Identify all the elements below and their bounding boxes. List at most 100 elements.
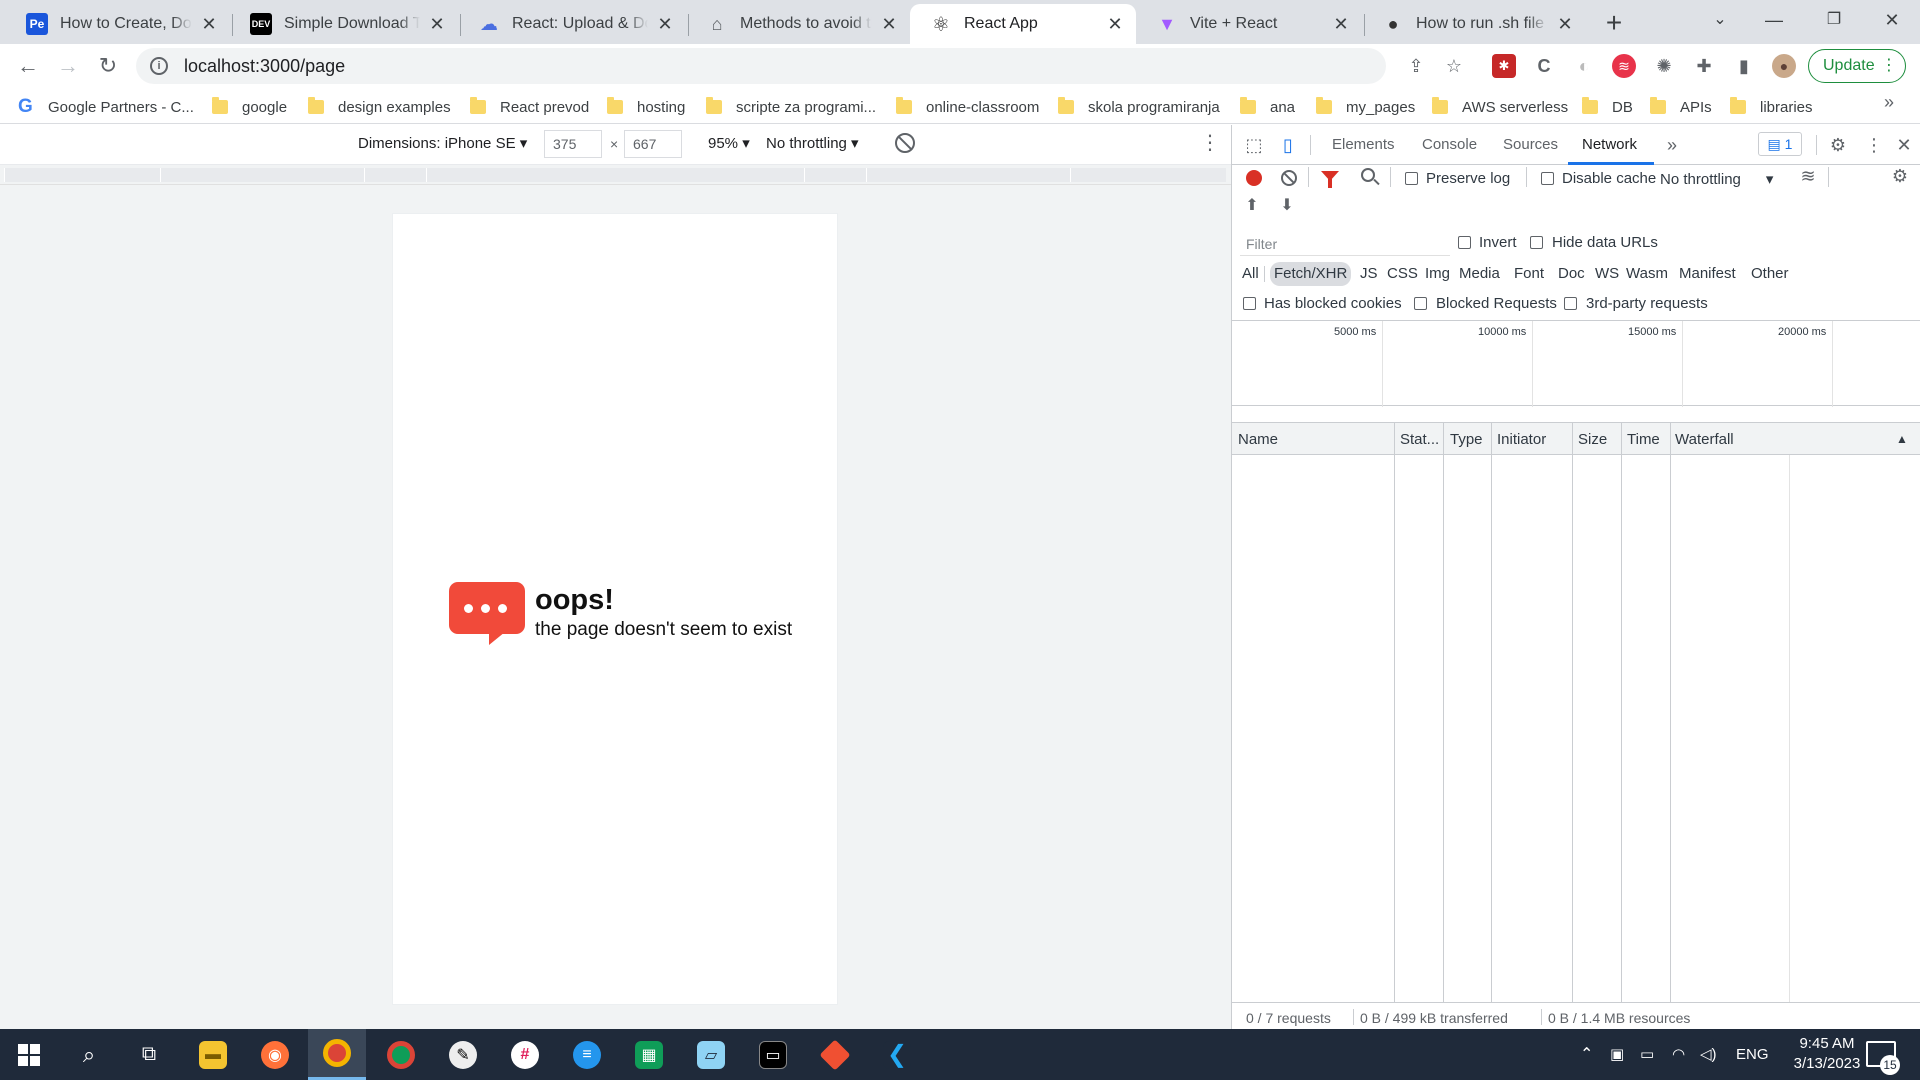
column-waterfall[interactable]: Waterfall <box>1675 431 1734 448</box>
search-icon[interactable] <box>1361 168 1375 182</box>
tray-device-icon[interactable]: ▣ <box>1610 1029 1624 1080</box>
minimize-button[interactable]: — <box>1746 0 1802 40</box>
disable-cache-checkbox[interactable] <box>1541 172 1554 185</box>
invert-checkbox[interactable] <box>1458 236 1471 249</box>
column-status[interactable]: Stat... <box>1400 431 1439 448</box>
throttling-dropdown[interactable]: No throttling ▾ <box>766 134 859 152</box>
close-icon[interactable]: ✕ <box>1554 14 1576 35</box>
clock[interactable]: 9:45 AM 3/13/2023 <box>1778 1034 1876 1074</box>
close-icon[interactable]: ✕ <box>1330 14 1352 35</box>
type-filter-font[interactable]: Font <box>1510 262 1548 286</box>
close-devtools-icon[interactable]: ✕ <box>1894 135 1914 155</box>
preserve-log-checkbox[interactable] <box>1405 172 1418 185</box>
tab-simple-download[interactable]: DEV Simple Download Tex ✕ <box>230 4 458 44</box>
start-button[interactable] <box>0 1029 58 1080</box>
forward-button[interactable]: → <box>52 50 84 82</box>
inspect-element-icon[interactable]: ⬚ <box>1244 135 1264 155</box>
close-icon[interactable]: ✕ <box>1104 14 1126 35</box>
tab-react-app[interactable]: ⚛ React App ✕ <box>910 4 1136 44</box>
tab-sources[interactable]: Sources <box>1503 136 1558 153</box>
type-filter-js[interactable]: JS <box>1356 262 1382 286</box>
taskbar-terminal[interactable]: ▭ <box>744 1029 802 1080</box>
ruler-segment[interactable] <box>4 168 160 182</box>
bookmark-folder-libraries[interactable]: libraries <box>1730 96 1813 118</box>
network-throttling-dropdown[interactable]: No throttling ▾ <box>1660 170 1773 188</box>
network-overview-timeline[interactable]: 5000 ms 10000 ms 15000 ms 20000 ms <box>1232 320 1920 407</box>
extension-circle-icon[interactable]: ◐ <box>1572 54 1596 78</box>
taskbar-docker[interactable]: ≡ <box>558 1029 616 1080</box>
taskbar-file-explorer[interactable]: ▬ <box>184 1029 242 1080</box>
height-input[interactable]: 667 <box>624 130 682 158</box>
taskbar-notepad[interactable]: ▱ <box>682 1029 740 1080</box>
extension-bug-icon[interactable]: ✺ <box>1652 54 1676 78</box>
extension-red-icon[interactable]: ✱ <box>1492 54 1516 78</box>
invert-label[interactable]: Invert <box>1479 234 1517 251</box>
taskbar-chrome[interactable] <box>372 1029 430 1080</box>
tab-how-to-create[interactable]: Pe How to Create, Downl ✕ <box>6 4 230 44</box>
blocked-requests-checkbox[interactable] <box>1414 297 1427 310</box>
bookmark-folder-my-pages[interactable]: my_pages <box>1316 96 1415 118</box>
ruler-segment[interactable] <box>1070 168 1226 182</box>
url-text[interactable]: localhost:3000/page <box>184 56 345 77</box>
close-icon[interactable]: ✕ <box>654 14 676 35</box>
taskbar-firefox[interactable]: ◉ <box>246 1029 304 1080</box>
ruler-segment[interactable] <box>426 168 804 182</box>
sort-ascending-icon[interactable]: ▲ <box>1896 432 1908 446</box>
tab-network[interactable]: Network <box>1582 136 1637 153</box>
type-filter-wasm[interactable]: Wasm <box>1622 262 1672 286</box>
close-icon[interactable]: ✕ <box>426 14 448 35</box>
type-filter-ws[interactable]: WS <box>1591 262 1623 286</box>
network-settings-gear-icon[interactable]: ⚙ <box>1890 166 1910 186</box>
bookmark-google-partners[interactable]: G Google Partners - C... <box>18 96 194 118</box>
tray-overflow-chevron-icon[interactable]: ⌃ <box>1580 1029 1593 1080</box>
tab-run-sh-file[interactable]: ● How to run .sh file sh ✕ <box>1362 4 1586 44</box>
preserve-log-label[interactable]: Preserve log <box>1426 170 1510 187</box>
ruler-segment[interactable] <box>364 168 426 182</box>
wifi-icon[interactable]: ◠ <box>1672 1029 1685 1080</box>
extension-pink-icon[interactable]: ≋ <box>1612 54 1636 78</box>
volume-icon[interactable]: ◁) <box>1700 1029 1717 1080</box>
type-filter-img[interactable]: Img <box>1421 262 1454 286</box>
profile-avatar[interactable]: ● <box>1772 54 1796 78</box>
address-bar[interactable]: i localhost:3000/page <box>136 48 1386 84</box>
zoom-dropdown[interactable]: 95% ▾ <box>708 134 750 152</box>
rotate-icon[interactable] <box>895 133 915 153</box>
has-blocked-cookies-checkbox[interactable] <box>1243 297 1256 310</box>
tab-search-chevron-icon[interactable]: ⌄ <box>1692 0 1748 40</box>
search-icon[interactable]: ⌕ <box>60 1029 118 1080</box>
bookmark-star-icon[interactable]: ☆ <box>1442 54 1466 78</box>
type-filter-css[interactable]: CSS <box>1383 262 1422 286</box>
share-icon[interactable]: ⇪ <box>1404 54 1428 78</box>
restore-button[interactable]: ❐ <box>1806 0 1862 40</box>
type-filter-other[interactable]: Other <box>1747 262 1793 286</box>
more-vertical-icon[interactable]: ⋮ <box>1864 135 1884 155</box>
bookmark-folder-hosting[interactable]: hosting <box>607 96 685 118</box>
type-filter-manifest[interactable]: Manifest <box>1675 262 1740 286</box>
bookmark-folder-design-examples[interactable]: design examples <box>308 96 451 118</box>
type-filter-all[interactable]: All <box>1238 262 1263 286</box>
export-har-icon[interactable]: ⬇ <box>1277 196 1297 216</box>
bookmark-folder-online-classroom[interactable]: online-classroom <box>896 96 1039 118</box>
bookmark-folder-react-prevod[interactable]: React prevod <box>470 96 589 118</box>
side-panel-icon[interactable]: ▮ <box>1732 54 1756 78</box>
taskbar-git[interactable] <box>806 1029 864 1080</box>
extension-c-icon[interactable]: C <box>1532 54 1556 78</box>
taskbar-sheets[interactable]: ▦ <box>620 1029 678 1080</box>
taskbar-slack[interactable]: # <box>496 1029 554 1080</box>
bookmark-folder-db[interactable]: DB <box>1582 96 1633 118</box>
settings-gear-icon[interactable]: ⚙ <box>1828 135 1848 155</box>
disable-cache-label[interactable]: Disable cache <box>1562 170 1656 187</box>
taskbar-chrome-active[interactable] <box>308 1029 366 1080</box>
update-button[interactable]: Update ⋮ <box>1808 49 1906 83</box>
issues-badge[interactable]: ▤ 1 <box>1758 132 1802 156</box>
ruler-segment[interactable] <box>804 168 866 182</box>
battery-icon[interactable]: ▭ <box>1640 1029 1654 1080</box>
more-options-icon[interactable]: ⋮ <box>1200 133 1220 153</box>
clear-icon[interactable] <box>1281 170 1297 186</box>
third-party-requests-checkbox[interactable] <box>1564 297 1577 310</box>
bookmark-folder-google[interactable]: google <box>212 96 287 118</box>
extensions-puzzle-icon[interactable]: ✚ <box>1692 54 1716 78</box>
network-conditions-icon[interactable]: ≋ <box>1798 166 1818 186</box>
record-button[interactable] <box>1246 170 1262 186</box>
taskbar-inkscape[interactable]: ✎ <box>434 1029 492 1080</box>
